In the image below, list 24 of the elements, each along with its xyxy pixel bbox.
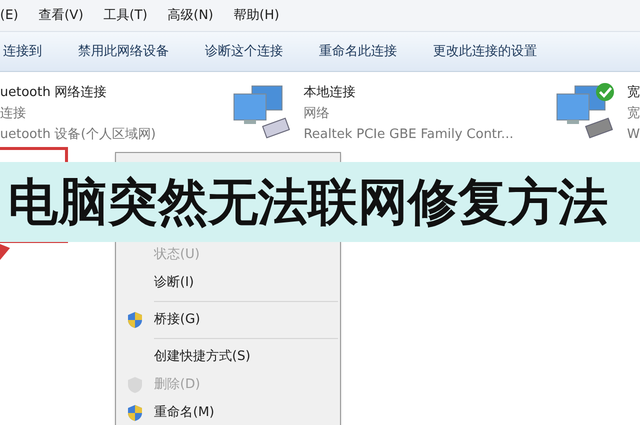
connection-name[interactable]: 本地连接: [304, 82, 514, 103]
menu-item[interactable]: 帮助(H): [233, 6, 280, 26]
connection-name[interactable]: 宽: [627, 82, 640, 103]
connection-status: 宽: [627, 105, 640, 123]
toolbar-button[interactable]: 重命名此连接: [319, 42, 397, 62]
context-menu-item[interactable]: 创建快捷方式(S): [154, 347, 250, 367]
menu-item[interactable]: 工具(T): [103, 6, 148, 26]
menu-item[interactable]: (E): [0, 6, 18, 26]
connection-name[interactable]: uetooth 网络连接: [0, 82, 156, 103]
connection-status: 连接: [0, 105, 27, 123]
context-menu-item[interactable]: 桥接(G): [154, 310, 200, 330]
connection-device: W: [627, 126, 640, 144]
toolbar-button[interactable]: 禁用此网络设备: [78, 42, 169, 62]
toolbar-button[interactable]: 更改此连接的设置: [433, 42, 537, 62]
toolbar-button[interactable]: 诊断这个连接: [205, 42, 283, 62]
connection-device: Realtek PCIe GBE Family Contr...: [304, 126, 514, 144]
connection-status: 网络: [304, 105, 331, 123]
menu-item[interactable]: 高级(N): [168, 6, 214, 26]
toolbar-button[interactable]: 连接到: [3, 42, 42, 62]
banner-title: 电脑突然无法联网修复方法: [8, 177, 608, 227]
connection-device: uetooth 设备(个人区域网): [0, 126, 156, 144]
context-menu-item[interactable]: 重命名(M): [154, 403, 214, 423]
menu-item[interactable]: 查看(V): [38, 6, 84, 26]
context-menu-item[interactable]: 诊断(I): [154, 273, 194, 293]
